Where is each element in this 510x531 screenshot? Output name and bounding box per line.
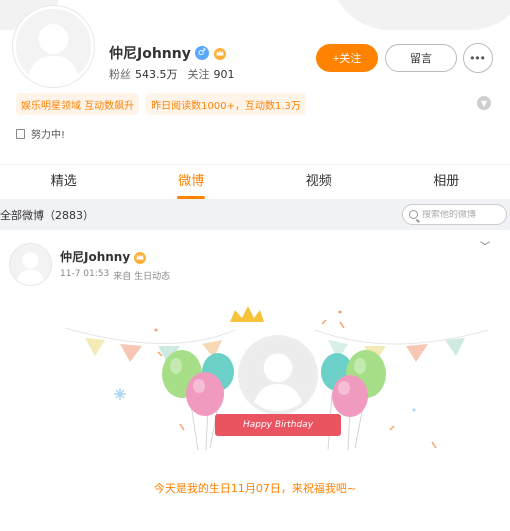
post-avatar[interactable] [10, 244, 51, 285]
post-source: 来自 生日动态 [113, 272, 171, 282]
default-avatar-icon [16, 9, 91, 84]
default-avatar-icon [242, 339, 314, 411]
post-time[interactable]: 11-7 01:53 [60, 269, 109, 282]
filter-bar: 全部微博（2883） [0, 199, 510, 230]
search-input[interactable] [422, 209, 500, 220]
crown-icon[interactable] [213, 46, 227, 60]
post-author: 仲尼Johnny [60, 248, 147, 265]
tab-videos[interactable]: 视频 [255, 165, 383, 199]
tab-featured[interactable]: 精选 [0, 165, 128, 199]
tag-badge[interactable]: 昨日阅读数1000+，互动数1.3万 [146, 93, 306, 115]
crown-icon[interactable] [133, 250, 147, 264]
verified-icon[interactable]: ♂ [194, 46, 209, 60]
birthday-card[interactable]: Happy Birthday [60, 300, 490, 485]
document-icon [16, 128, 25, 139]
stats-row: 粉丝 543.5万 关注 901 [109, 66, 235, 82]
username[interactable]: 仲尼Johnny [109, 43, 191, 63]
search-icon [409, 210, 418, 219]
tab-bar: 精选 微博 视频 相册 [0, 165, 510, 199]
avatar[interactable] [13, 6, 94, 87]
tags-row: 娱乐明星领域 互动数飙升 昨日阅读数1000+，互动数1.3万 [16, 93, 306, 115]
post-text: 今天是我的生日11月07日，来祝福我吧~ [153, 482, 357, 495]
stat-label: 粉丝 [109, 68, 131, 81]
post-card: 仲尼Johnny 11-7 01:53 来自 生日动态 ﹀ Happy Birt… [0, 230, 510, 531]
search-box[interactable] [402, 204, 507, 225]
message-button[interactable]: 留言 [385, 44, 457, 72]
followers-stat[interactable]: 粉丝 543.5万 [109, 66, 178, 82]
stat-value: 901 [213, 68, 235, 81]
default-avatar-icon [10, 244, 51, 285]
name-row: 仲尼Johnny ♂ [109, 43, 227, 63]
all-posts-filter[interactable]: 全部微博（2883） [0, 207, 94, 223]
birthday-avatar [238, 335, 318, 415]
birthday-ribbon: Happy Birthday [207, 414, 349, 437]
following-stat[interactable]: 关注 901 [188, 66, 235, 82]
follow-button[interactable]: +关注 [316, 44, 378, 72]
bio-row: 努力中! [16, 126, 65, 141]
stat-label: 关注 [187, 68, 210, 81]
stat-value: 543.5万 [135, 68, 178, 81]
tab-album[interactable]: 相册 [383, 165, 510, 199]
post-meta: 11-7 01:53 来自 生日动态 [60, 269, 170, 282]
post-username[interactable]: 仲尼Johnny [60, 248, 130, 265]
chevron-down-icon[interactable]: ﹀ [480, 238, 490, 253]
tag-badge[interactable]: 娱乐明星领域 互动数飙升 [16, 93, 140, 115]
more-options-button[interactable]: ••• [463, 43, 493, 73]
tab-weibo[interactable]: 微博 [128, 165, 256, 199]
bio-text: 努力中! [31, 130, 66, 141]
profile-header: 仲尼Johnny ♂ 粉丝 543.5万 关注 901 +关注 留言 ••• 娱乐明… [0, 0, 510, 165]
expand-chevron-icon[interactable]: ▼ [477, 96, 491, 110]
